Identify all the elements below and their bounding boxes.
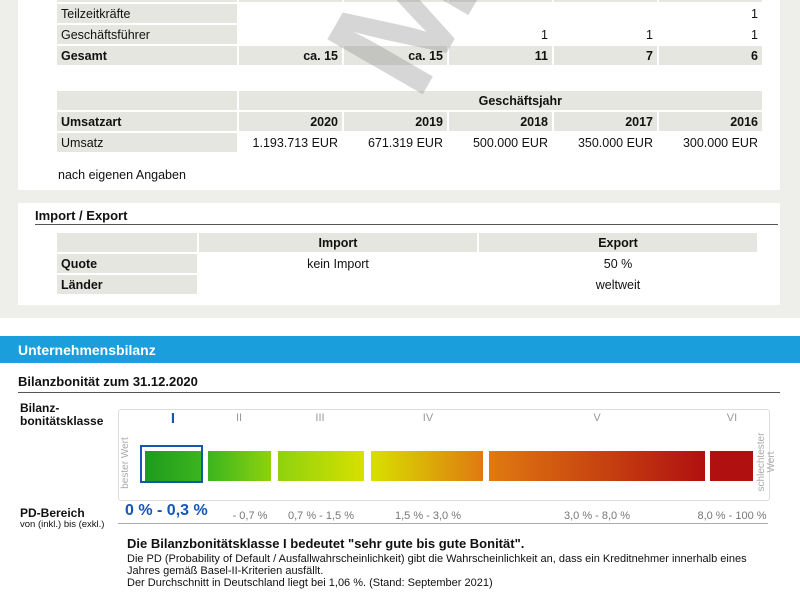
- table-cell: 7: [554, 46, 657, 65]
- table-row: Quote kein Import 50 %: [57, 254, 757, 273]
- class-numerals: I II III IV V VI: [118, 410, 768, 428]
- year-header: 2017: [554, 112, 657, 131]
- import-export-table: Import Export Quote kein Import 50 % Län…: [55, 231, 759, 296]
- table-cell: 1: [659, 25, 762, 44]
- table-cell: [239, 4, 342, 23]
- pd-range: 8,0 % - 100 %: [697, 510, 767, 522]
- class-numeral: III: [315, 412, 325, 424]
- pd-subtitle: von (inkl.) bis (exkl.): [20, 519, 105, 530]
- year-header: 2019: [344, 112, 447, 131]
- staff-table: Teilzeitkräfte 1 Geschäftsführer 1 1 1 G…: [55, 0, 764, 67]
- class-bar-5: [489, 451, 705, 481]
- table-row: Geschäftsführer 1 1 1: [57, 25, 762, 44]
- table-cell: [344, 25, 447, 44]
- worst-value-label: schlechtester Wert: [756, 432, 777, 492]
- class-bar-4: [371, 451, 483, 481]
- table-cell: 500.000 EUR: [449, 133, 552, 152]
- table-cell: 350.000 EUR: [554, 133, 657, 152]
- class-numeral-active: I: [170, 410, 176, 427]
- row-label: Länder: [57, 275, 197, 294]
- table-cell: 300.000 EUR: [659, 133, 762, 152]
- class-numeral: V: [593, 412, 601, 424]
- table-cell: 1: [554, 25, 657, 44]
- row-label: Geschäftsführer: [57, 25, 237, 44]
- class-description: Die PD (Probability of Default / Ausfall…: [127, 553, 747, 589]
- pd-range: 1,5 % - 3,0 %: [394, 510, 462, 522]
- class-bar-2: [208, 451, 271, 481]
- best-value-label: bester Wert: [120, 437, 131, 489]
- table-cell: 671.319 EUR: [344, 133, 447, 152]
- table-cell: [449, 4, 552, 23]
- table-cell: [199, 275, 477, 294]
- table-cell: 1.193.713 EUR: [239, 133, 342, 152]
- pd-range: 3,0 % - 8,0 %: [563, 510, 631, 522]
- table-cell: 6: [659, 46, 762, 65]
- row-label: Umsatz: [57, 133, 237, 152]
- class-bar-3: [278, 451, 364, 481]
- row-label: Gesamt: [57, 46, 237, 65]
- divider: [18, 392, 780, 393]
- balance-subtitle: Bilanzbonität zum 31.12.2020: [18, 374, 198, 389]
- section-title: Unternehmensbilanz: [18, 342, 156, 358]
- class-numeral: VI: [726, 412, 738, 424]
- class-bar-6: [710, 451, 753, 481]
- class-label: Bilanz- bonitätsklasse: [20, 401, 104, 428]
- table-cell: kein Import: [199, 254, 477, 273]
- row-label: Teilzeitkräfte: [57, 4, 237, 23]
- table-row: Import Export: [57, 233, 757, 252]
- table-cell: 1: [659, 4, 762, 23]
- table-row: Umsatz 1.193.713 EUR 671.319 EUR 500.000…: [57, 133, 762, 152]
- row-label: Quote: [57, 254, 197, 273]
- pd-range: 0,7 % - 1,5 %: [287, 510, 355, 522]
- table-cell: ca. 15: [239, 46, 342, 65]
- table-cell: 1: [449, 25, 552, 44]
- class-description-title: Die Bilanzbonitätsklasse I bedeutet "seh…: [127, 536, 525, 551]
- pd-active-range: 0 % - 0,3 %: [125, 502, 208, 519]
- year-header: 2020: [239, 112, 342, 131]
- group-header: Geschäftsjahr: [239, 91, 762, 110]
- divider: [118, 523, 768, 524]
- table-row: [57, 0, 762, 2]
- year-header: 2018: [449, 112, 552, 131]
- import-export-title: Import / Export: [35, 208, 128, 223]
- table-row: Teilzeitkräfte 1: [57, 4, 762, 23]
- table-row: Länder weltweit: [57, 275, 757, 294]
- column-header: Import: [199, 233, 477, 252]
- column-header: Export: [479, 233, 757, 252]
- revenue-table: Geschäftsjahr Umsatzart 2020 2019 2018 2…: [55, 89, 764, 154]
- table-cell: 50 %: [479, 254, 757, 273]
- table-row: Umsatzart 2020 2019 2018 2017 2016: [57, 112, 762, 131]
- selected-class-marker: [140, 445, 203, 483]
- class-numeral: IV: [422, 412, 434, 424]
- table-cell: 11: [449, 46, 552, 65]
- divider: [35, 224, 778, 225]
- column-header: Umsatzart: [57, 112, 237, 131]
- table-cell: [554, 4, 657, 23]
- revenue-note: nach eigenen Angaben: [58, 168, 186, 182]
- table-cell: ca. 15: [344, 46, 447, 65]
- table-cell: weltweit: [479, 275, 757, 294]
- table-row: Gesamt ca. 15 ca. 15 11 7 6: [57, 46, 762, 65]
- table-row: Geschäftsjahr: [57, 91, 762, 110]
- class-numeral: II: [235, 412, 243, 424]
- table-cell: [344, 4, 447, 23]
- pd-title: PD-Bereich: [20, 506, 85, 520]
- pd-range: - 0,7 %: [232, 510, 268, 522]
- section-header: Unternehmensbilanz: [0, 336, 800, 363]
- table-cell: [239, 25, 342, 44]
- year-header: 2016: [659, 112, 762, 131]
